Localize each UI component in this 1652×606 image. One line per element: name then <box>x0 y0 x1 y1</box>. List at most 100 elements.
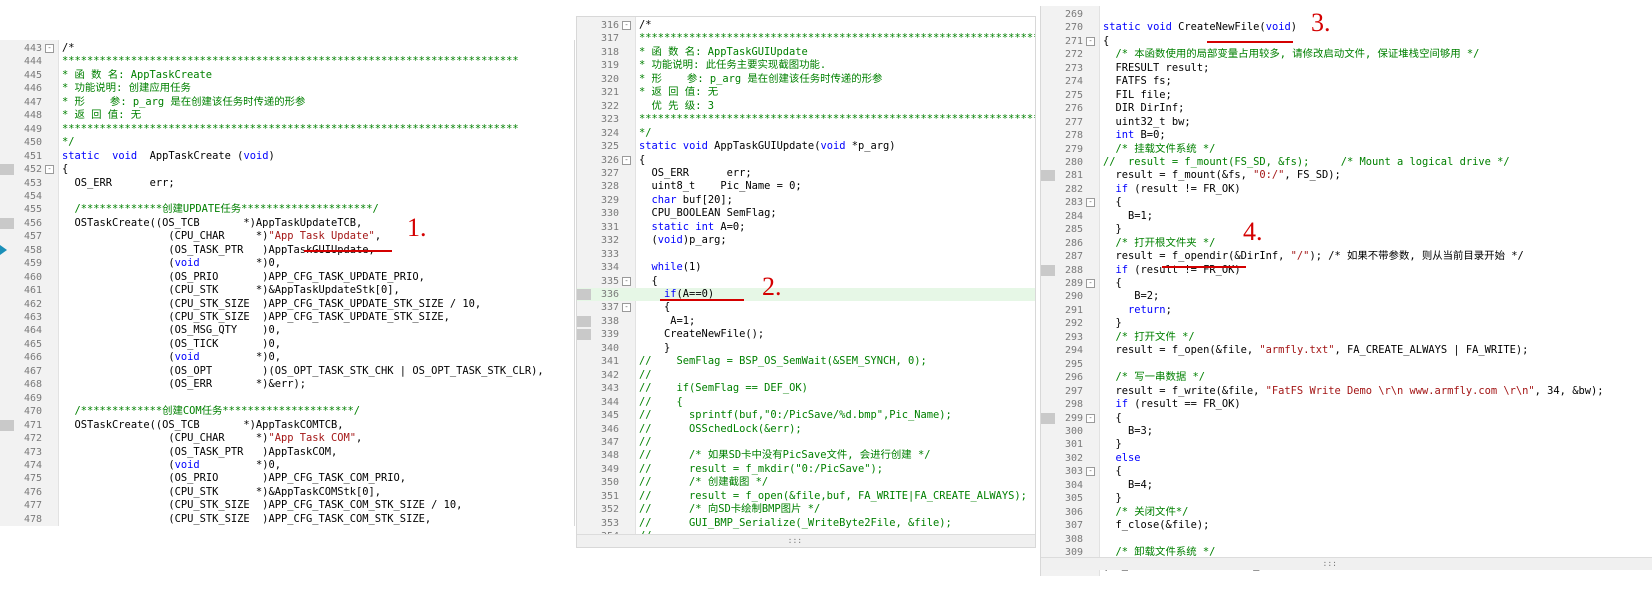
code-line[interactable]: 290 B=2; <box>1041 290 1652 303</box>
code-line[interactable]: 282 if (result != FR_OK) <box>1041 183 1652 196</box>
code-line[interactable]: 459 (void *)0, <box>0 257 574 270</box>
code-line[interactable]: 279 /* 挂载文件系统 */ <box>1041 143 1652 156</box>
editor-panel-app-task-create[interactable]: 443-/* 444 *******************************… <box>0 40 575 526</box>
code-line[interactable]: 452-{ <box>0 163 574 176</box>
code-line[interactable]: 444 *************************************… <box>0 55 574 68</box>
code-line[interactable]: 463 (CPU_STK_SIZE )APP_CFG_TASK_UPDATE_S… <box>0 311 574 324</box>
code-line[interactable]: 340 } <box>577 342 1035 355</box>
code-line[interactable]: 470 /*************创建COM任务***************… <box>0 405 574 418</box>
code-line[interactable]: 453 OS_ERR err; <box>0 177 574 190</box>
code-line[interactable]: 467 (OS_OPT )(OS_OPT_TASK_STK_CHK | OS_O… <box>0 365 574 378</box>
code-line[interactable]: 274 FATFS fs; <box>1041 75 1652 88</box>
code-line[interactable]: 303- { <box>1041 465 1652 478</box>
code-line[interactable]: 302 else <box>1041 452 1652 465</box>
editor-panel-create-new-file[interactable]: 269 270 static void CreateNewFile(void) 271… <box>1040 6 1652 576</box>
code-line[interactable]: 456 OSTaskCreate((OS_TCB *)AppTaskUpdate… <box>0 217 574 230</box>
fold-toggle-icon[interactable]: - <box>1086 413 1095 423</box>
code-line[interactable]: 300 B=3; <box>1041 425 1652 438</box>
code-line[interactable]: 329 char buf[20]; <box>577 194 1035 207</box>
code-line[interactable]: 285 } <box>1041 223 1652 236</box>
code-line[interactable]: 317 *************************************… <box>577 32 1035 45</box>
code-line[interactable]: 319 * 功能说明: 此任务主要实现截图功能. <box>577 59 1035 72</box>
code-line[interactable]: 321 * 返 回 值: 无 <box>577 86 1035 99</box>
code-line[interactable]: 337- { <box>577 301 1035 314</box>
code-line[interactable]: 304 B=4; <box>1041 479 1652 492</box>
code-line[interactable]: 445 * 函 数 名: AppTaskCreate <box>0 69 574 82</box>
horizontal-scrollbar[interactable]: ::: <box>577 534 1035 547</box>
code-line[interactable]: 347 // <box>577 436 1035 449</box>
code-line[interactable]: 476 (CPU_STK *)&AppTaskCOMStk[0], <box>0 486 574 499</box>
code-line[interactable]: 336 if(A==0) <box>577 288 1035 302</box>
code-line[interactable]: 301 } <box>1041 438 1652 451</box>
fold-toggle-icon[interactable]: - <box>1086 279 1095 288</box>
code-line[interactable]: 464 (OS_MSG_QTY )0, <box>0 324 574 337</box>
code-line[interactable]: 305 } <box>1041 492 1652 505</box>
code-line[interactable]: 461 (CPU_STK *)&AppTaskUpdateStk[0], <box>0 284 574 297</box>
code-line[interactable]: 350 // /* 创建截图 */ <box>577 476 1035 489</box>
code-line[interactable]: 338 A=1; <box>577 315 1035 328</box>
code-line[interactable]: 270 static void CreateNewFile(void) <box>1041 21 1652 34</box>
fold-toggle-icon[interactable]: - <box>1086 467 1095 477</box>
code-line[interactable]: 460 (OS_PRIO )APP_CFG_TASK_UPDATE_PRIO, <box>0 271 574 284</box>
code-line[interactable]: 276 DIR DirInf; <box>1041 102 1652 115</box>
code-line[interactable]: 352 // /* 向SD卡绘制BMP图片 */ <box>577 503 1035 516</box>
code-line[interactable]: 454 <box>0 190 574 203</box>
code-line[interactable]: 466 (void *)0, <box>0 351 574 364</box>
code-line[interactable]: 280 // result = f_mount(FS_SD, &fs); /* M… <box>1041 156 1652 169</box>
code-line[interactable]: 447 * 形 参: p_arg 是在创建该任务时传递的形参 <box>0 96 574 109</box>
code-line[interactable]: 284 B=1; <box>1041 210 1652 223</box>
code-line[interactable]: 326-{ <box>577 154 1035 167</box>
code-line[interactable]: 293 /* 打开文件 */ <box>1041 331 1652 344</box>
code-line[interactable]: 278 int B=0; <box>1041 129 1652 142</box>
fold-toggle-icon[interactable]: - <box>1086 198 1095 208</box>
code-line[interactable]: 335- { <box>577 275 1035 288</box>
code-line[interactable]: 287 result = f_opendir(&DirInf, "/"); /*… <box>1041 250 1652 263</box>
code-line[interactable]: 277 uint32_t bw; <box>1041 116 1652 129</box>
code-line[interactable]: 472 (CPU_CHAR *)"App Task COM", <box>0 432 574 445</box>
code-line[interactable]: 330 CPU_BOOLEAN SemFlag; <box>577 207 1035 220</box>
code-line[interactable]: 269 <box>1041 8 1652 21</box>
code-line[interactable]: 475 (OS_PRIO )APP_CFG_TASK_COM_PRIO, <box>0 472 574 485</box>
code-line[interactable]: 474 (void *)0, <box>0 459 574 472</box>
code-line[interactable]: 348 // /* 如果SD卡中没有PicSave文件, 会进行创建 */ <box>577 449 1035 462</box>
code-line[interactable]: 331 static int A=0; <box>577 221 1035 234</box>
code-line[interactable]: 342 // <box>577 369 1035 382</box>
code-line[interactable]: 469 <box>0 392 574 405</box>
code-line[interactable]: 473 (OS_TASK_PTR )AppTaskCOM, <box>0 446 574 459</box>
code-line[interactable]: 306 /* 关闭文件*/ <box>1041 506 1652 519</box>
code-line[interactable]: 450 */ <box>0 136 574 149</box>
code-line[interactable]: 349 // result = f_mkdir("0:/PicSave"); <box>577 463 1035 476</box>
code-line[interactable]: 332 (void)p_arg; <box>577 234 1035 247</box>
code-line[interactable]: 455 /*************创建UPDATE任务************… <box>0 203 574 216</box>
code-line[interactable]: 324 */ <box>577 127 1035 140</box>
code-line[interactable]: 271-{ <box>1041 35 1652 48</box>
code-line[interactable]: 446 * 功能说明: 创建应用任务 <box>0 82 574 95</box>
code-line[interactable]: 457 (CPU_CHAR *)"App Task Update", <box>0 230 574 243</box>
code-line[interactable]: 307 f_close(&file); <box>1041 519 1652 532</box>
code-line[interactable]: 458 (OS_TASK_PTR )AppTaskGUIUpdate, <box>0 244 574 257</box>
code-line[interactable]: 343 // if(SemFlag == DEF_OK) <box>577 382 1035 395</box>
code-line[interactable]: 299- { <box>1041 412 1652 425</box>
code-line[interactable]: 273 FRESULT result; <box>1041 62 1652 75</box>
code-line[interactable]: 443-/* <box>0 42 574 55</box>
code-line[interactable]: 327 OS_ERR err; <box>577 167 1035 180</box>
code-line[interactable]: 339 CreateNewFile(); <box>577 328 1035 341</box>
scrollbar-thumb[interactable]: ::: <box>788 537 802 545</box>
code-line[interactable]: 296 /* 写一串数据 */ <box>1041 371 1652 384</box>
code-line[interactable]: 325 static void AppTaskGUIUpdate(void *p_… <box>577 140 1035 153</box>
code-line[interactable]: 318 * 函 数 名: AppTaskGUIUpdate <box>577 46 1035 59</box>
code-line[interactable]: 308 <box>1041 533 1652 546</box>
code-line[interactable]: 471 OSTaskCreate((OS_TCB *)AppTaskCOMTCB… <box>0 419 574 432</box>
code-line[interactable]: 291 return; <box>1041 304 1652 317</box>
code-line[interactable]: 322 优 先 级: 3 <box>577 100 1035 113</box>
code-line[interactable]: 297 result = f_write(&file, "FatFS Write… <box>1041 385 1652 398</box>
code-line[interactable]: 345 // sprintf(buf,"0:/PicSave/%d.bmp",Pi… <box>577 409 1035 422</box>
fold-toggle-icon[interactable]: - <box>622 276 631 286</box>
code-line[interactable]: 468 (OS_ERR *)&err); <box>0 378 574 391</box>
code-line[interactable]: 289- { <box>1041 277 1652 290</box>
code-line[interactable]: 286 /* 打开根文件夹 */ <box>1041 237 1652 250</box>
horizontal-scrollbar[interactable]: ::: <box>1041 557 1652 570</box>
code-line[interactable]: 478 (CPU_STK_SIZE )APP_CFG_TASK_COM_STK_… <box>0 513 574 526</box>
code-line[interactable]: 462 (CPU_STK_SIZE )APP_CFG_TASK_UPDATE_S… <box>0 298 574 311</box>
code-line[interactable]: 295 <box>1041 358 1652 371</box>
